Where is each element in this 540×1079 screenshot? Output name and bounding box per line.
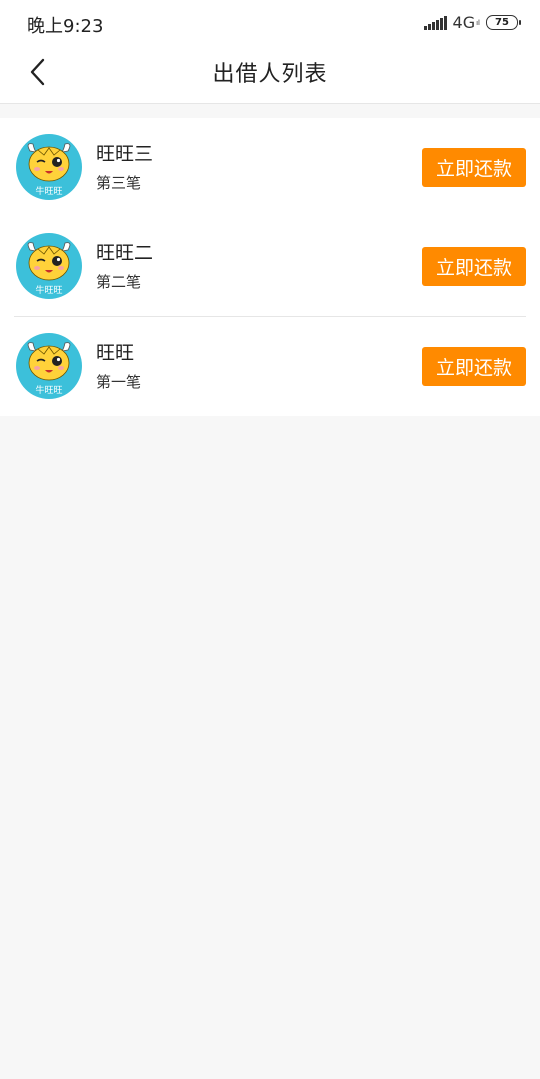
avatar-label: 牛旺旺 bbox=[35, 284, 62, 296]
lender-list-item[interactable]: 牛旺旺 旺旺 第一笔 立即还款 bbox=[14, 317, 526, 416]
lender-name: 旺旺二 bbox=[96, 242, 154, 264]
battery-icon: 75 bbox=[486, 15, 521, 30]
app-header: 晚上9:23 4G ıl 75 出借人列表 bbox=[0, 0, 540, 104]
lender-info: 旺旺二 第二笔 bbox=[96, 241, 153, 292]
network-activity-indicator: ıl bbox=[476, 19, 480, 27]
loan-count: 第一笔 bbox=[96, 373, 142, 391]
lender-info: 旺旺 第一笔 bbox=[96, 341, 141, 392]
lender-name: 旺旺 bbox=[96, 342, 135, 364]
cow-mascot-avatar: 牛旺旺 bbox=[16, 333, 82, 399]
network-type: 4G ıl bbox=[453, 13, 480, 32]
cow-mascot-avatar: 牛旺旺 bbox=[16, 233, 82, 299]
page-title: 出借人列表 bbox=[212, 62, 328, 87]
avatar-label: 牛旺旺 bbox=[35, 185, 62, 197]
nav-bar: 出借人列表 bbox=[0, 46, 540, 103]
status-indicators: 4G ıl 75 bbox=[423, 13, 521, 32]
cow-mascot-avatar: 牛旺旺 bbox=[16, 134, 82, 200]
lender-list-item[interactable]: 牛旺旺 旺旺三 第三笔 立即还款 bbox=[14, 118, 526, 217]
signal-strength-icon bbox=[423, 15, 447, 30]
lender-list-item[interactable]: 牛旺旺 旺旺二 第二笔 立即还款 bbox=[14, 217, 526, 317]
lender-name: 旺旺三 bbox=[96, 143, 154, 165]
lender-list: 牛旺旺 旺旺三 第三笔 立即还款 牛旺旺 旺旺二 第二笔 立即还款 牛旺旺 旺旺… bbox=[0, 118, 540, 416]
repay-now-button[interactable]: 立即还款 bbox=[422, 148, 526, 187]
battery-level: 75 bbox=[495, 17, 509, 28]
status-time: 晚上9:23 bbox=[27, 16, 104, 37]
loan-count: 第二笔 bbox=[96, 273, 142, 291]
repay-now-button[interactable]: 立即还款 bbox=[422, 247, 526, 286]
avatar-label: 牛旺旺 bbox=[35, 384, 62, 396]
loan-count: 第三笔 bbox=[96, 174, 142, 192]
repay-now-button[interactable]: 立即还款 bbox=[422, 347, 526, 386]
lender-info: 旺旺三 第三笔 bbox=[96, 142, 153, 193]
status-bar: 晚上9:23 4G ıl 75 bbox=[0, 0, 540, 46]
network-type-label: 4G bbox=[452, 13, 476, 32]
